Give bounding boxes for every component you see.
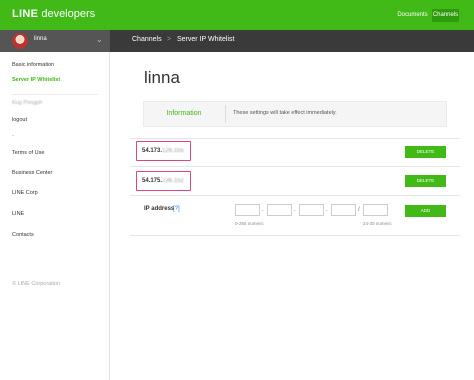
avatar — [12, 33, 28, 49]
sidebar-item-logout[interactable]: logout — [12, 117, 27, 123]
ip-address-label: IP address — [144, 206, 175, 212]
ip-redacted: 126.155 — [162, 148, 184, 154]
ip-octet-1-input[interactable] — [235, 204, 260, 216]
delete-button[interactable]: DELETE — [405, 175, 446, 187]
sidebar-account-name: Kug Pongph — [12, 100, 43, 106]
sidebar-item-basic-information[interactable]: Basic information — [12, 62, 54, 68]
sidebar-item-line-corp[interactable]: LINE Corp — [12, 190, 38, 196]
logo-text: developers — [41, 8, 96, 20]
octet-hint: 0-255 numeric — [235, 221, 264, 226]
username: linna — [34, 36, 47, 42]
sidebar-item-line[interactable]: LINE — [12, 211, 24, 217]
ip-octet-3-input[interactable] — [299, 204, 324, 216]
sidebar-item-business-center[interactable]: Business Center — [12, 170, 52, 176]
ip-value: 54.175.236.152 — [142, 178, 184, 184]
copyright: © LINE Corporation — [12, 281, 61, 287]
sidebar-dash: - — [12, 133, 14, 139]
cidr-mask-input[interactable] — [363, 204, 388, 216]
logo-brand: LINE — [12, 8, 39, 20]
ip-octet-4-input[interactable] — [331, 204, 356, 216]
delete-button[interactable]: DELETE — [405, 146, 446, 158]
help-link[interactable]: [?] — [173, 206, 180, 212]
ip-prefix: 54.175. — [142, 178, 163, 184]
row-divider — [130, 235, 460, 236]
chevron-down-icon[interactable]: ⌄ — [96, 35, 103, 44]
row-divider — [130, 195, 460, 196]
slash-separator: / — [358, 207, 360, 213]
nav-documents[interactable]: Documents — [394, 9, 431, 22]
whitelist-ip-2: 54.175.236.152 — [136, 171, 191, 191]
ip-prefix: 54.173. — [142, 148, 163, 154]
cidr-hint: 24-30 numeric — [363, 221, 392, 226]
top-header: LINE developers Documents Channels — [0, 0, 474, 30]
dot-separator: . — [294, 207, 296, 213]
info-divider — [225, 105, 226, 123]
line-developers-logo[interactable]: LINE developers — [12, 8, 95, 20]
add-button[interactable]: ADD — [405, 205, 446, 217]
sidebar-item-server-ip-whitelist[interactable]: Server IP Whitelist — [12, 77, 60, 83]
sidebar: Basic information Server IP Whitelist Ku… — [0, 52, 110, 380]
sidebar-divider — [12, 94, 98, 95]
user-menu[interactable]: linna ⌄ — [0, 30, 110, 52]
page-title: linna — [144, 68, 180, 87]
nav-channels[interactable]: Channels — [432, 9, 459, 22]
row-divider — [130, 166, 460, 167]
sub-header: linna ⌄ Channels > Server IP Whitelist — [0, 30, 474, 52]
sidebar-item-contacts[interactable]: Contacts — [12, 232, 34, 238]
dot-separator: . — [326, 207, 328, 213]
whitelist-ip-1: 54.173.126.155 — [136, 141, 191, 161]
breadcrumb-channels[interactable]: Channels — [132, 36, 162, 43]
ip-octet-2-input[interactable] — [267, 204, 292, 216]
ip-value: 54.173.126.155 — [142, 148, 184, 154]
info-text: These settings will take effect immediat… — [233, 110, 337, 116]
dot-separator: . — [262, 207, 264, 213]
info-label: Information — [166, 110, 202, 117]
sidebar-item-terms-of-use[interactable]: Terms of Use — [12, 150, 44, 156]
ip-redacted: 236.152 — [162, 178, 184, 184]
breadcrumb-current: Server IP Whitelist — [177, 36, 235, 43]
breadcrumb-separator: > — [167, 36, 172, 43]
row-divider — [130, 138, 460, 139]
